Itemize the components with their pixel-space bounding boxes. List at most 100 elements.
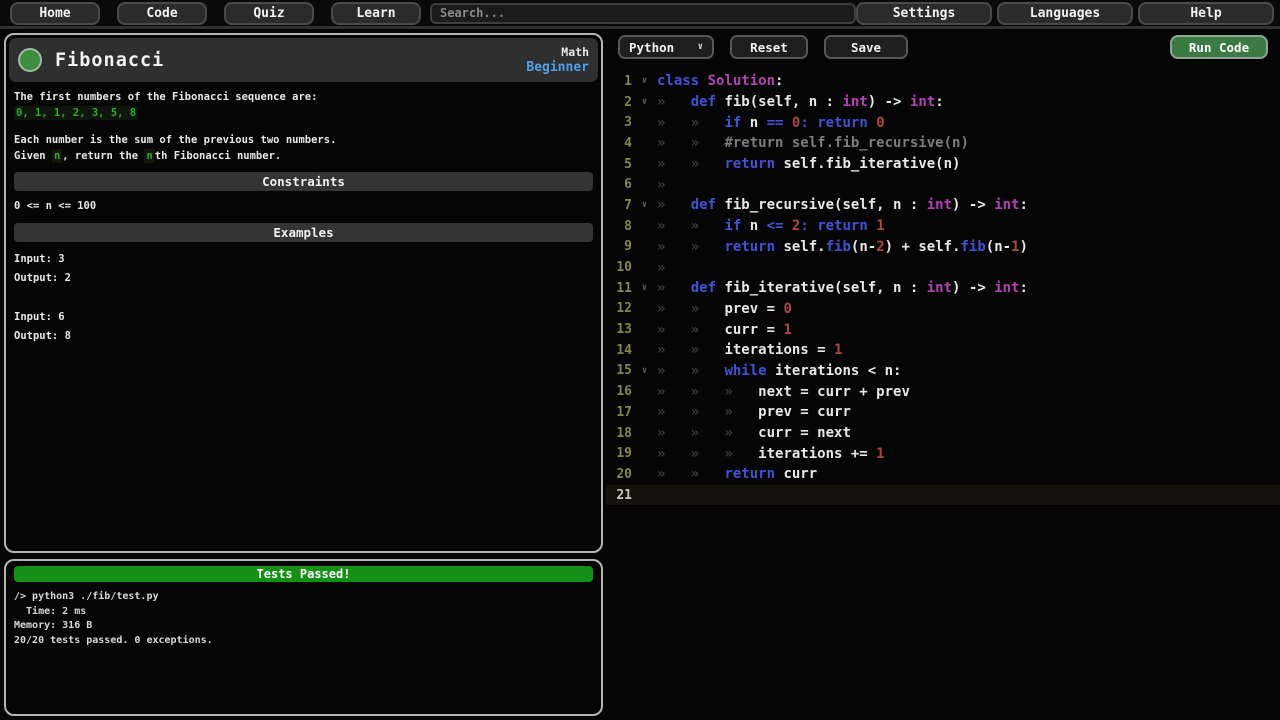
code-text: » xyxy=(657,177,665,193)
code-text: » » prev = 0 xyxy=(657,301,792,317)
code-line-17[interactable]: 17» » » prev = curr xyxy=(606,402,1280,423)
search-input[interactable] xyxy=(430,3,856,24)
fold-chevron-icon[interactable]: ∨ xyxy=(632,97,657,107)
token: ) -> xyxy=(952,197,994,213)
reset-button[interactable]: Reset xyxy=(730,35,808,59)
indent-guide: » xyxy=(691,301,725,317)
indent-guide: » xyxy=(691,446,725,462)
indent-guide: » xyxy=(657,322,691,338)
token: iterations < n: xyxy=(775,363,901,379)
description-line: Output: 2 xyxy=(14,269,593,289)
text: Input: 6 xyxy=(14,311,65,323)
line-number: 5 xyxy=(606,157,632,172)
code-line-18[interactable]: 18 » » » curr = next xyxy=(606,423,1280,444)
code-text: » » if n <= 2: return 1 xyxy=(657,218,885,234)
nav-tab-home[interactable]: Home xyxy=(10,2,100,25)
code-line-19[interactable]: 19» » » iterations += 1 xyxy=(606,443,1280,464)
line-number: 20 xyxy=(606,467,632,482)
tests-panel: Tests Passed! /> python3 ./fib/test.py T… xyxy=(4,559,603,716)
description-line: Input: 6 xyxy=(14,308,593,328)
code-text: » » » curr = next xyxy=(657,425,851,441)
problem-meta: Math Beginner xyxy=(526,45,589,75)
code-line-8[interactable]: 8» » if n <= 2: return 1 xyxy=(606,216,1280,237)
code-text: » » » next = curr + prev xyxy=(657,384,910,400)
description-line: The first numbers of the Fibonacci seque… xyxy=(14,90,593,106)
token: : xyxy=(800,115,817,131)
fold-chevron-icon[interactable]: ∨ xyxy=(632,283,657,293)
token: next = curr + prev xyxy=(758,384,910,400)
indent-guide: » xyxy=(657,404,691,420)
spacer xyxy=(14,289,593,308)
indent-guide: » xyxy=(657,135,691,151)
code-line-16[interactable]: 16» » » next = curr + prev xyxy=(606,381,1280,402)
code-line-10[interactable]: 10» xyxy=(606,257,1280,278)
token: def xyxy=(691,280,725,296)
fold-chevron-icon[interactable]: ∨ xyxy=(632,366,657,376)
code-line-2[interactable]: 2∨» def fib(self, n : int) -> int: xyxy=(606,92,1280,113)
language-select[interactable]: Python ∨ xyxy=(618,35,714,59)
save-button[interactable]: Save xyxy=(824,35,908,59)
code-line-12[interactable]: 12 » » prev = 0 xyxy=(606,299,1280,320)
token: : xyxy=(1019,197,1027,213)
token: <= xyxy=(767,218,792,234)
indent-guide: » xyxy=(657,197,691,213)
nav-tab-help[interactable]: Help xyxy=(1138,2,1274,25)
line-number: 1 xyxy=(606,74,632,89)
indent-guide: » xyxy=(691,342,725,358)
line-number: 14 xyxy=(606,343,632,358)
line-number: 18 xyxy=(606,426,632,441)
code-line-3[interactable]: 3» » if n == 0: return 0 xyxy=(606,112,1280,133)
token: iterations = xyxy=(724,342,834,358)
indent-guide: » xyxy=(691,115,725,131)
code-lines[interactable]: 1∨class Solution:2∨» def fib(self, n : i… xyxy=(606,71,1280,505)
nav-tab-code[interactable]: Code xyxy=(117,2,207,25)
line-number: 2 xyxy=(606,95,632,110)
token: int xyxy=(842,94,867,110)
text: Given xyxy=(14,150,52,162)
fold-chevron-icon[interactable]: ∨ xyxy=(632,200,657,210)
top-nav: Home Code Quiz Learn SettingsLanguagesHelp xyxy=(0,0,1280,29)
indent-guide: » xyxy=(657,260,665,276)
text: th Fibonacci number. xyxy=(155,150,281,162)
nav-tab-learn[interactable]: Learn xyxy=(331,2,421,25)
indent-guide: » xyxy=(691,322,725,338)
fold-chevron-icon[interactable]: ∨ xyxy=(632,76,657,86)
indent-guide: » xyxy=(691,466,725,482)
nav-tab-settings[interactable]: Settings xyxy=(856,2,992,25)
line-number: 12 xyxy=(606,301,632,316)
nav-right-tabs: SettingsLanguagesHelp xyxy=(856,2,1274,25)
code-line-21[interactable]: 21 xyxy=(606,485,1280,506)
code-line-13[interactable]: 13» » curr = 1 xyxy=(606,319,1280,340)
code-line-5[interactable]: 5» » return self.fib_iterative(n) xyxy=(606,154,1280,175)
nav-tab-quiz[interactable]: Quiz xyxy=(224,2,314,25)
code-line-15[interactable]: 15∨» » while iterations < n: xyxy=(606,361,1280,382)
spacer xyxy=(14,121,593,133)
text: Input: 3 xyxy=(14,253,65,265)
token: return xyxy=(817,115,876,131)
code-line-20[interactable]: 20» » return curr xyxy=(606,464,1280,485)
line-number: 17 xyxy=(606,405,632,420)
indent-guide: » xyxy=(657,301,691,317)
indent-guide: » xyxy=(691,156,725,172)
nav-tab-languages[interactable]: Languages xyxy=(997,2,1133,25)
code-text: » » while iterations < n: xyxy=(657,363,901,379)
indent-guide: » xyxy=(657,218,691,234)
token: fib(self, n : xyxy=(724,94,842,110)
code-line-14[interactable]: 14» » iterations = 1 xyxy=(606,340,1280,361)
code-line-7[interactable]: 7∨» def fib_recursive(self, n : int) -> … xyxy=(606,195,1280,216)
code-line-4[interactable]: 4» » #return self.fib_recursive(n) xyxy=(606,133,1280,154)
code-line-11[interactable]: 11∨» def fib_iterative(self, n : int) ->… xyxy=(606,278,1280,299)
code-line-1[interactable]: 1∨class Solution: xyxy=(606,71,1280,92)
token: : xyxy=(935,94,943,110)
code-line-6[interactable]: 6» xyxy=(606,174,1280,195)
token: self.fib_iterative(n) xyxy=(783,156,960,172)
code-text: » » » iterations += 1 xyxy=(657,446,885,462)
token: return xyxy=(817,218,876,234)
problem-panel: Fibonacci Math Beginner The first number… xyxy=(4,33,603,553)
description-line: Output: 8 xyxy=(14,327,593,347)
run-code-button[interactable]: Run Code xyxy=(1170,35,1268,59)
line-number: 9 xyxy=(606,239,632,254)
indent-guide: » xyxy=(691,218,725,234)
token: if xyxy=(724,115,749,131)
code-line-9[interactable]: 9» » return self.fib(n-2) + self.fib(n-1… xyxy=(606,237,1280,258)
